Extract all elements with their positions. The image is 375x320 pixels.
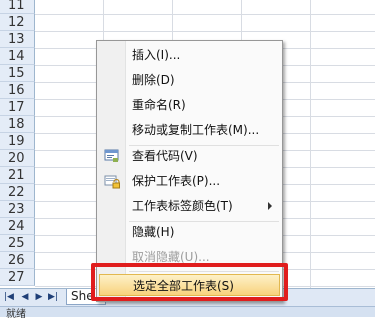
last-sheet-icon[interactable]: ▶| — [48, 292, 58, 303]
row-header-19[interactable]: 19 — [0, 133, 35, 150]
row-header-16[interactable]: 16 — [0, 82, 35, 99]
menu-item-insert[interactable]: 插入(I)... — [99, 44, 280, 66]
menu-item-delete[interactable]: 删除(D) — [99, 69, 280, 91]
submenu-arrow-icon — [268, 202, 272, 210]
menu-item-label: 移动或复制工作表(M)... — [132, 123, 260, 137]
first-sheet-icon[interactable]: |◀ — [4, 292, 14, 303]
menu-item-protect-sheet[interactable]: 保护工作表(P)... — [99, 170, 280, 192]
row-header-17[interactable]: 17 — [0, 99, 35, 116]
row-header-20[interactable]: 20 — [0, 150, 35, 167]
status-text: 就绪 — [6, 309, 26, 320]
menu-item-label: 隐藏(H) — [132, 225, 175, 239]
prev-sheet-icon[interactable]: ◀ — [20, 292, 30, 303]
menu-item-label: 删除(D) — [132, 73, 175, 87]
row-header-23[interactable]: 23 — [0, 201, 35, 218]
column-line — [310, 0, 311, 288]
menu-item-tab-color[interactable]: 工作表标签颜色(T) — [99, 195, 280, 217]
row-header-13[interactable]: 13 — [0, 31, 35, 48]
row-header-27[interactable]: 27 — [0, 269, 35, 286]
row-header-21[interactable]: 21 — [0, 167, 35, 184]
menu-item-hide[interactable]: 隐藏(H) — [99, 221, 280, 243]
row-header-14[interactable]: 14 — [0, 48, 35, 65]
row-line — [35, 14, 375, 15]
row-header-24[interactable]: 24 — [0, 218, 35, 235]
menu-item-rename[interactable]: 重命名(R) — [99, 94, 280, 116]
row-header-22[interactable]: 22 — [0, 184, 35, 201]
menu-item-label: 工作表标签颜色(T) — [132, 199, 233, 213]
menu-item-view-code[interactable]: 查看代码(V) — [99, 145, 280, 167]
row-header-11[interactable]: 11 — [0, 0, 35, 14]
row-line — [35, 31, 375, 32]
annotation-highlight-box — [91, 263, 288, 301]
row-header-15[interactable]: 15 — [0, 65, 35, 82]
menu-item-move-copy[interactable]: 移动或复制工作表(M)... — [99, 119, 280, 141]
row-header-12[interactable]: 12 — [0, 14, 35, 31]
menu-item-label: 查看代码(V) — [132, 149, 198, 163]
view-code-icon — [104, 148, 120, 164]
protect-sheet-icon — [104, 173, 120, 189]
status-bar: 就绪 — [0, 306, 375, 320]
menu-item-label: 重命名(R) — [132, 98, 186, 112]
next-sheet-icon[interactable]: ▶ — [34, 292, 44, 303]
row-header-25[interactable]: 25 — [0, 235, 35, 252]
row-header-26[interactable]: 26 — [0, 252, 35, 269]
row-header-18[interactable]: 18 — [0, 116, 35, 133]
menu-item-label: 保护工作表(P)... — [132, 174, 221, 188]
menu-item-label: 插入(I)... — [132, 48, 181, 62]
